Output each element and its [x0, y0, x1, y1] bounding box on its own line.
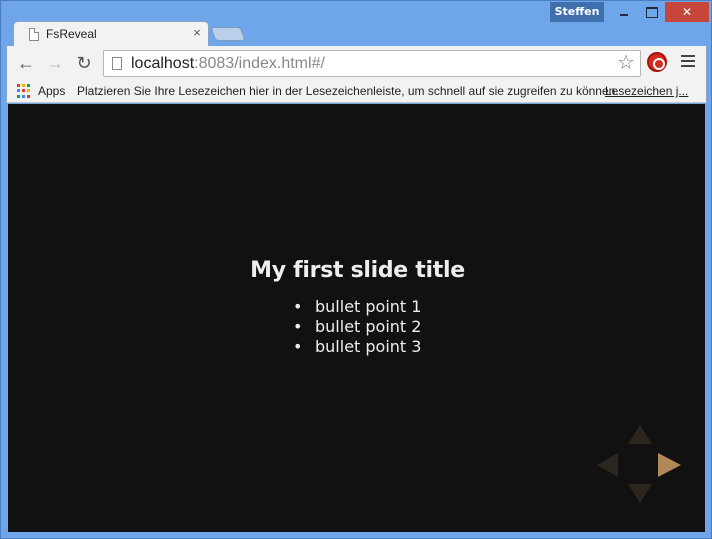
- bookmarks-bar: Apps Platzieren Sie Ihre Lesezeichen hie…: [6, 80, 707, 103]
- list-item: bullet point 3: [293, 337, 421, 357]
- url-text[interactable]: localhost:8083/index.html#/: [131, 55, 325, 73]
- menu-icon[interactable]: [681, 55, 695, 69]
- title-bar: Steffen ✕ FsReveal ×: [1, 1, 712, 47]
- new-tab-button[interactable]: [210, 27, 246, 41]
- bookmarks-hint-text: Platzieren Sie Ihre Lesezeichen hier in …: [77, 84, 619, 98]
- bookmarks-import-link[interactable]: Lesezeichen j...: [605, 84, 688, 98]
- slide-title: My first slide title: [250, 258, 465, 283]
- apps-shortcut[interactable]: Apps: [38, 84, 65, 98]
- browser-window: Steffen ✕ FsReveal × ← → ↻ localhost:808…: [0, 0, 712, 539]
- nav-right-arrow-icon[interactable]: [658, 453, 681, 477]
- bookmark-star-icon[interactable]: ☆: [616, 53, 636, 73]
- list-item: bullet point 2: [293, 317, 421, 337]
- address-bar[interactable]: localhost:8083/index.html#/ ☆: [103, 50, 641, 77]
- nav-down-arrow-icon[interactable]: [628, 484, 652, 503]
- nav-up-arrow-icon[interactable]: [628, 425, 652, 444]
- tab-close-icon[interactable]: ×: [190, 25, 204, 41]
- list-item: bullet point 1: [293, 297, 421, 317]
- maximize-button[interactable]: [638, 2, 664, 22]
- nav-left-arrow-icon[interactable]: [597, 453, 618, 477]
- close-window-button[interactable]: ✕: [665, 2, 709, 22]
- page-icon: [112, 57, 122, 70]
- slide-viewport[interactable]: My first slide title bullet point 1 bull…: [7, 104, 706, 532]
- bullet-list: bullet point 1 bullet point 2 bullet poi…: [293, 297, 421, 357]
- toolbar: ← → ↻ localhost:8083/index.html#/ ☆: [6, 46, 707, 80]
- tab-title: FsReveal: [46, 27, 97, 41]
- adblock-stop-icon[interactable]: [647, 52, 667, 72]
- user-profile-button[interactable]: Steffen: [550, 2, 604, 22]
- tab-fsreveal[interactable]: FsReveal ×: [13, 21, 209, 47]
- apps-grid-icon[interactable]: [17, 84, 31, 98]
- reload-icon[interactable]: ↻: [73, 52, 95, 74]
- back-arrow-icon[interactable]: ←: [15, 52, 37, 74]
- page-icon: [29, 28, 39, 41]
- forward-arrow-icon[interactable]: →: [44, 52, 66, 74]
- minimize-button[interactable]: [611, 2, 637, 22]
